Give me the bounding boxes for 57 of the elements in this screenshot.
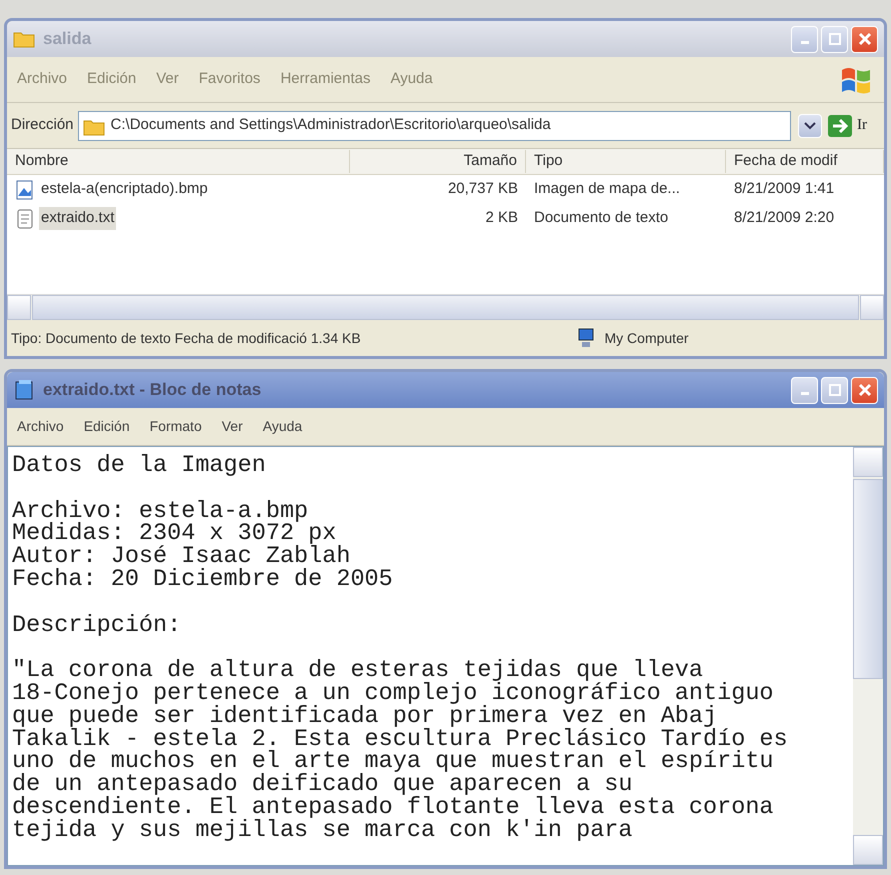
minimize-button[interactable]: [791, 376, 818, 404]
dropdown-button[interactable]: [798, 114, 822, 138]
maximize-icon: [828, 382, 842, 397]
menu-item[interactable]: Ayuda: [252, 416, 312, 437]
close-icon: [858, 32, 872, 46]
maximize-icon: [828, 32, 842, 46]
address-label: Dirección: [11, 115, 74, 136]
horizontal-scrollbar[interactable]: [7, 294, 884, 320]
text-line: de un antepasado deificado que aparecen a su: [12, 774, 633, 797]
file-size: 2 KB: [484, 208, 519, 228]
maximize-button[interactable]: [821, 26, 848, 52]
column-header[interactable]: Nombre: [7, 150, 350, 173]
status-text: Tipo: Documento de texto Fecha de modificació 1.34 KB: [10, 328, 362, 348]
text-line: descendiente. El antepasado flotante lleva esta corona: [12, 796, 775, 820]
text-line: Medidas: 2304 x 3072 px: [12, 523, 336, 546]
text-file-icon: [15, 208, 35, 228]
file-date: 8/21/2009 1:41: [733, 179, 836, 200]
menu-item[interactable]: Formato: [140, 416, 212, 437]
file-type: Documento de texto: [533, 208, 670, 228]
column-header[interactable]: Tamaño: [350, 150, 526, 173]
text-line: Takalik - estela 2. Esta escultura Preclásico Tardío es: [12, 728, 789, 752]
close-button[interactable]: [851, 376, 878, 404]
menu-item[interactable]: Archivo: [7, 416, 74, 437]
text-line: 18-Conejo pertenece a un complejo iconográfico antiguo: [12, 682, 775, 706]
text-line: Fecha: 20 Diciembre de 2005: [12, 568, 394, 592]
text-line: Descripción:: [12, 614, 182, 638]
text-line: tejida y sus mejillas se marca con k'in para: [12, 820, 634, 843]
text-line: Datos de la Imagen: [12, 455, 267, 478]
image-file-icon: [15, 180, 35, 200]
window-title: salida: [43, 28, 92, 50]
close-icon: [858, 382, 872, 397]
text-line: Archivo: estela-a.bmp: [12, 500, 310, 524]
minimize-icon: [800, 392, 808, 396]
file-size: 20,737 KB: [446, 179, 519, 200]
menu-item[interactable]: Ver: [212, 416, 253, 437]
status-zone: My Computer: [604, 328, 689, 348]
address-field[interactable]: C:\Documents and Settings\Administrador\Escritorio\arqueo\salida: [78, 110, 792, 140]
file-type: Imagen de mapa de...: [533, 179, 681, 200]
text-line: Autor: José Isaac Zablah: [12, 546, 350, 569]
minimize-icon: [800, 41, 808, 44]
maximize-button[interactable]: [821, 376, 848, 404]
close-button[interactable]: [851, 26, 878, 52]
vertical-scrollbar[interactable]: [853, 447, 883, 865]
arrow-right-icon: [827, 114, 854, 138]
file-date: 8/21/2009 2:20: [733, 208, 836, 228]
text-line: uno de muchos en el arte maya que muestran el espíritu: [12, 751, 775, 774]
window-title: extraido.txt - Bloc de notas: [43, 379, 262, 402]
text-line: "La corona de altura de esteras tejidas que lleva: [12, 660, 704, 683]
file-name[interactable]: extraido.txt: [39, 207, 116, 230]
column-header[interactable]: Fecha de modif: [726, 150, 884, 173]
minimize-button[interactable]: [791, 26, 818, 52]
go-button[interactable]: Ir: [826, 112, 868, 138]
file-name[interactable]: estela-a(encriptado).bmp: [39, 178, 210, 201]
text-line: que puede ser identificada por primera vez en Abaj: [12, 706, 718, 729]
chevron-down-icon: [804, 120, 816, 131]
column-header[interactable]: Tipo: [526, 150, 726, 173]
menu-item[interactable]: Edición: [74, 416, 140, 437]
